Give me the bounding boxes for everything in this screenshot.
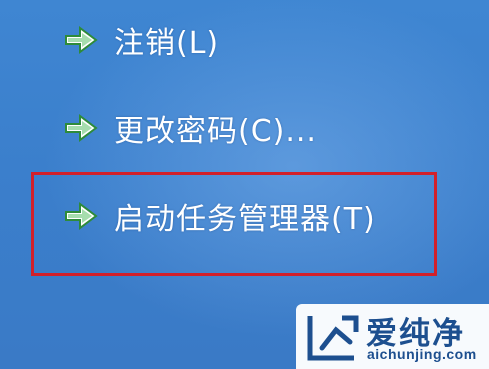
menu-item-label: 注销(L) xyxy=(114,26,220,61)
menu-item-label: 更改密码(C)... xyxy=(114,114,317,149)
arrow-right-icon xyxy=(65,114,98,142)
watermark-url: aichunjing.com xyxy=(367,346,477,362)
menu-item-logoff[interactable]: 注销(L) xyxy=(62,18,219,62)
watermark: 爱纯净 aichunjing.com xyxy=(296,304,489,369)
aichunjing-logo-icon xyxy=(307,315,359,361)
highlight-annotation-box xyxy=(31,172,437,276)
menu-item-change-password[interactable]: 更改密码(C)... xyxy=(62,106,317,150)
arrow-right-icon xyxy=(65,26,98,54)
